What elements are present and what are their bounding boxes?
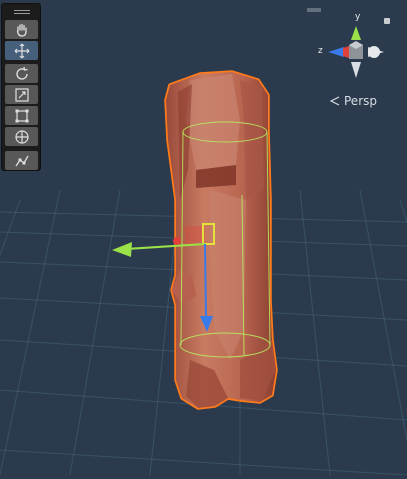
perspective-icon <box>330 96 340 106</box>
gizmo-z-axis[interactable] <box>204 243 207 319</box>
gizmo-y-arrow[interactable] <box>112 242 132 257</box>
scale-icon <box>14 87 29 102</box>
hand-tool-button[interactable] <box>5 20 38 39</box>
scene-viewport[interactable]: y z Persp <box>0 0 407 476</box>
custom-icon <box>14 155 29 166</box>
axis-label-z: z <box>318 46 323 56</box>
move-icon <box>14 43 29 58</box>
view-gizmo-y-cone[interactable] <box>351 26 361 40</box>
move-tool-button[interactable] <box>5 41 38 60</box>
custom-tool-button[interactable] <box>5 151 38 170</box>
rect-tool-button[interactable] <box>5 106 38 125</box>
transform-icon <box>14 129 29 144</box>
rect-icon <box>15 109 28 122</box>
view-gizmo-neg-z-handle[interactable] <box>368 46 380 58</box>
rotate-tool-button[interactable] <box>5 64 38 83</box>
view-gizmo-menu-icon[interactable] <box>307 8 321 12</box>
view-orientation-gizmo[interactable] <box>322 14 388 84</box>
transform-tool-button[interactable] <box>5 127 38 146</box>
view-gizmo-x-cone[interactable] <box>343 46 349 58</box>
scale-tool-button[interactable] <box>5 85 38 104</box>
projection-toggle[interactable]: Persp <box>330 94 377 108</box>
palette-grip[interactable] <box>14 10 30 11</box>
tool-palette <box>1 3 41 171</box>
view-gizmo-neg-y-cone[interactable] <box>351 62 361 78</box>
axis-label-y: y <box>355 12 361 22</box>
gizmo-x-handle[interactable] <box>173 237 181 245</box>
palette-grip-line <box>14 13 30 14</box>
hand-icon <box>16 23 27 37</box>
projection-label: Persp <box>344 94 377 108</box>
view-gizmo-z-cone[interactable] <box>328 47 344 57</box>
rotate-icon <box>15 66 28 80</box>
